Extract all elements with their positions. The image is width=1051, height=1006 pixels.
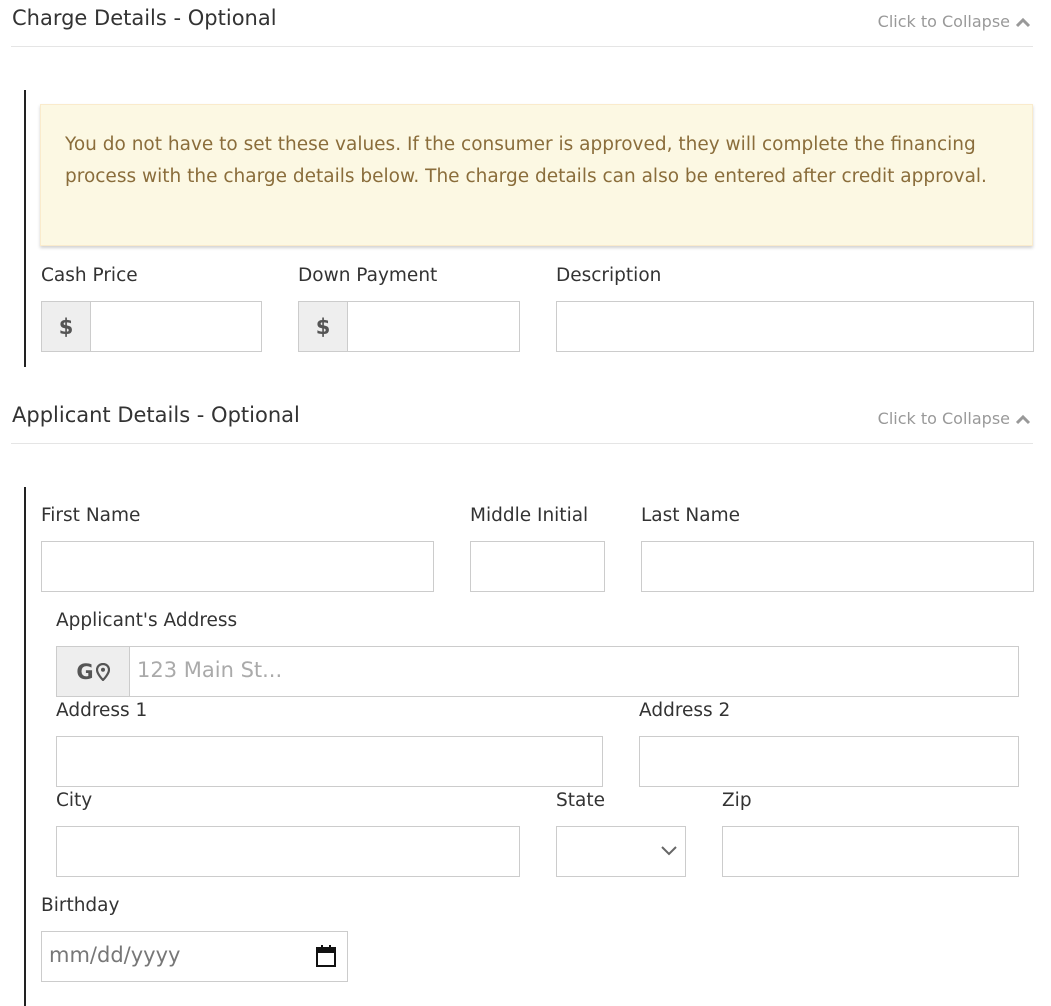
description-label: Description bbox=[556, 265, 662, 286]
address-search-input[interactable]: 123 Main St... bbox=[129, 646, 1019, 697]
address2-label: Address 2 bbox=[639, 700, 731, 721]
collapse-label: Click to Collapse bbox=[877, 12, 1010, 31]
chevron-up-icon bbox=[1015, 17, 1031, 27]
address2-input[interactable] bbox=[639, 736, 1019, 787]
info-alert: You do not have to set these values. If … bbox=[40, 104, 1033, 246]
last-name-input[interactable] bbox=[641, 541, 1034, 592]
first-name-input[interactable] bbox=[41, 541, 434, 592]
google-g-icon: G bbox=[76, 659, 94, 684]
last-name-label: Last Name bbox=[641, 505, 740, 526]
down-payment-currency-addon: $ bbox=[298, 301, 348, 352]
city-label: City bbox=[56, 790, 93, 811]
description-input[interactable] bbox=[556, 301, 1034, 352]
birthday-label: Birthday bbox=[41, 895, 120, 916]
address-search-placeholder: 123 Main St... bbox=[137, 658, 283, 682]
birthday-input[interactable]: mm/dd/yyyy bbox=[41, 931, 348, 982]
map-pin-icon bbox=[95, 662, 110, 681]
charge-details-title: Charge Details - Optional bbox=[12, 6, 277, 30]
charge-details-header: Charge Details - Optional Click to Colla… bbox=[11, 0, 1033, 47]
zip-label: Zip bbox=[722, 790, 752, 811]
calendar-icon[interactable] bbox=[315, 944, 337, 968]
applicant-details-collapse-link[interactable]: Click to Collapse bbox=[878, 409, 1031, 428]
cash-price-input[interactable] bbox=[90, 301, 262, 352]
charge-details-body bbox=[24, 90, 26, 367]
down-payment-input[interactable] bbox=[347, 301, 520, 352]
state-select[interactable] bbox=[556, 826, 686, 877]
down-payment-label: Down Payment bbox=[298, 265, 438, 286]
cash-price-currency-addon: $ bbox=[41, 301, 91, 352]
applicant-details-header: Applicant Details - Optional Click to Co… bbox=[11, 397, 1033, 444]
middle-initial-input[interactable] bbox=[470, 541, 605, 592]
first-name-label: First Name bbox=[41, 505, 141, 526]
applicant-address-label: Applicant's Address bbox=[56, 610, 238, 631]
chevron-up-icon bbox=[1015, 414, 1031, 424]
birthday-placeholder: mm/dd/yyyy bbox=[49, 943, 181, 967]
middle-initial-label: Middle Initial bbox=[470, 505, 589, 526]
city-input[interactable] bbox=[56, 826, 520, 877]
cash-price-label: Cash Price bbox=[41, 265, 138, 286]
chevron-down-icon bbox=[661, 846, 677, 856]
collapse-label: Click to Collapse bbox=[877, 409, 1010, 428]
address1-input[interactable] bbox=[56, 736, 603, 787]
applicant-details-title: Applicant Details - Optional bbox=[12, 403, 300, 427]
address1-label: Address 1 bbox=[56, 700, 148, 721]
charge-details-collapse-link[interactable]: Click to Collapse bbox=[878, 12, 1031, 31]
state-label: State bbox=[556, 790, 605, 811]
zip-input[interactable] bbox=[722, 826, 1019, 877]
address-lookup-addon: G bbox=[56, 646, 130, 697]
applicant-details-body bbox=[24, 487, 26, 1006]
